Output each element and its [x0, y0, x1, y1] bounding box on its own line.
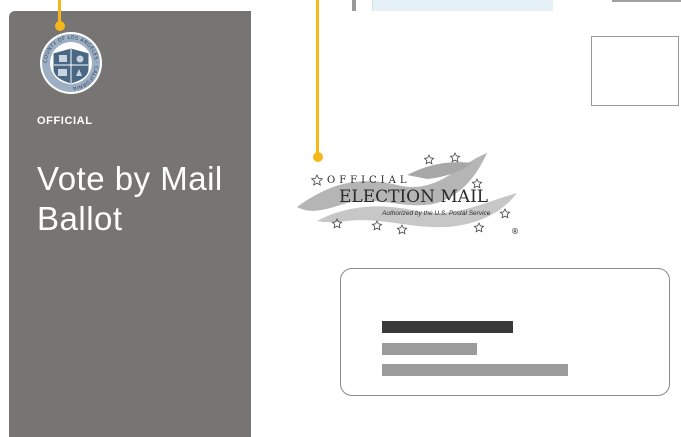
callout-line-election-mail	[316, 0, 319, 155]
county-seal-icon: COUNTY OF LOS ANGELES · CALIFORNIA	[40, 32, 102, 94]
address-window	[340, 268, 670, 396]
envelope-sidebar: COUNTY OF LOS ANGELES · CALIFORNIA OFFIC…	[9, 11, 251, 437]
address-line-street	[382, 343, 477, 355]
election-mail-authorized: Authorized by the U.S. Postal Service	[381, 210, 491, 217]
top-edge-line	[612, 0, 681, 2]
election-mail-logo-icon: OFFICIAL ELECTION MAIL Authorized by the…	[297, 152, 519, 235]
address-line-city	[382, 364, 568, 376]
official-label: OFFICIAL	[37, 115, 93, 127]
postage-stamp-box	[591, 36, 679, 106]
registered-mark: ®	[511, 227, 519, 235]
callout-marker-icon	[55, 21, 65, 31]
ballot-title: Vote by Mail Ballot	[37, 160, 223, 237]
ballot-envelope: COUNTY OF LOS ANGELES · CALIFORNIA OFFIC…	[9, 11, 681, 437]
callout-marker-icon	[313, 152, 323, 162]
election-mail-line1: OFFICIAL	[327, 175, 411, 186]
address-line-name	[382, 321, 513, 333]
election-mail-line2: ELECTION MAIL	[339, 187, 488, 207]
